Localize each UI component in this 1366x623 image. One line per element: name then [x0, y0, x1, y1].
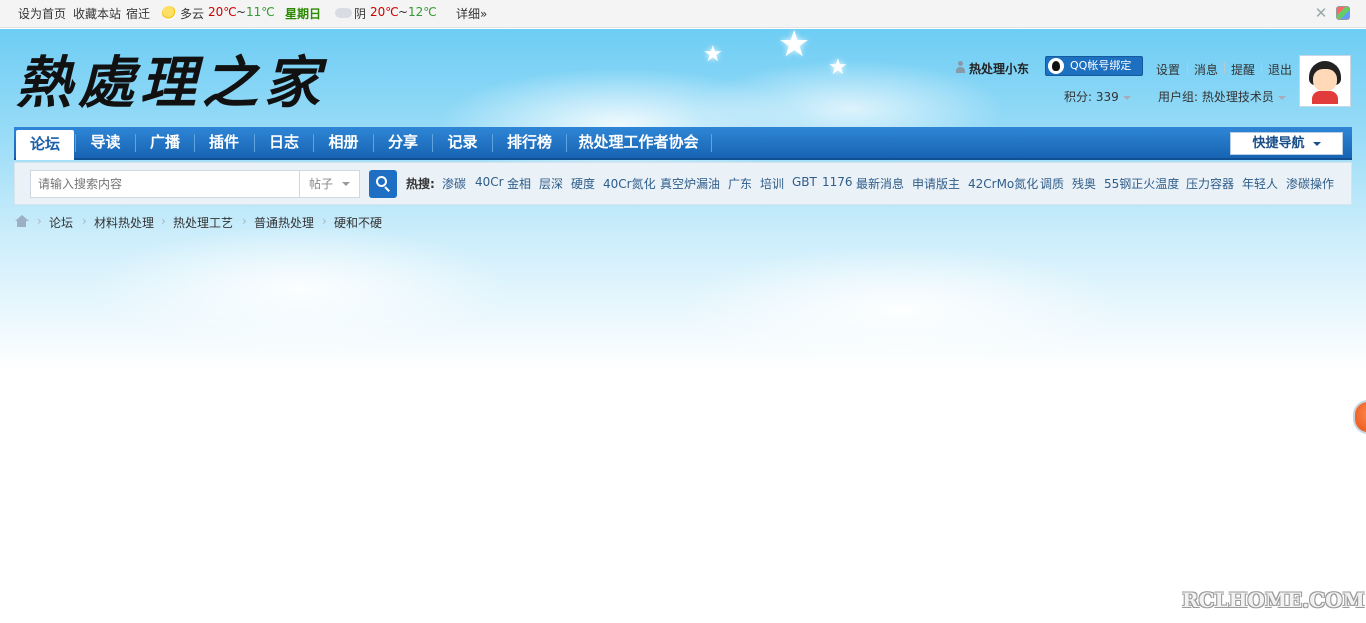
- quick-nav-label: 快捷导航: [1252, 136, 1305, 151]
- qq-bind-label: QQ帐号绑定: [1070, 59, 1132, 72]
- breadcrumb-item[interactable]: 材料热处理: [94, 214, 154, 231]
- hot-search-link[interactable]: 渗碳: [442, 175, 466, 192]
- qq-bind-button[interactable]: QQ帐号绑定: [1045, 56, 1143, 76]
- app-icon[interactable]: [1336, 6, 1350, 20]
- temp-tilde: ~: [398, 5, 409, 19]
- search-button[interactable]: [369, 170, 397, 198]
- hot-search-link[interactable]: 残奥: [1072, 175, 1096, 192]
- chevron-down-icon: [1312, 141, 1321, 146]
- nav-item-album[interactable]: 相册: [314, 127, 373, 158]
- usergroup-menu[interactable]: 用户组: 热处理技术员: [1158, 88, 1286, 105]
- avatar[interactable]: [1299, 55, 1351, 107]
- hot-search-link[interactable]: 硬度: [571, 175, 595, 192]
- quick-nav-button[interactable]: 快捷导航: [1230, 132, 1343, 155]
- weekday-label: 星期日: [285, 7, 322, 21]
- breadcrumb-item[interactable]: 论坛: [49, 214, 73, 231]
- star-decoration-icon: ★: [828, 55, 848, 80]
- bookmark-site-link[interactable]: 收藏本站: [73, 5, 121, 22]
- user-icon: [955, 61, 966, 73]
- tomorrow-weather: 阴: [354, 7, 367, 21]
- hot-search-link[interactable]: 40Cr: [475, 175, 504, 189]
- hot-search-link[interactable]: 培训: [760, 175, 784, 192]
- today-high-temp: 20℃: [208, 5, 237, 19]
- breadcrumb-separator: ›: [37, 214, 42, 228]
- search-type-value: 帖子: [309, 177, 334, 191]
- star-decoration-icon: ★: [778, 24, 811, 65]
- nav-item-forum[interactable]: 论坛: [16, 130, 74, 160]
- breadcrumb-current: 硬和不硬: [334, 216, 383, 230]
- partly-cloudy-icon: [162, 6, 176, 20]
- chevron-down-icon: [1122, 95, 1131, 100]
- points-label: 积分: 339: [1064, 90, 1119, 104]
- hot-search-link[interactable]: 年轻人: [1242, 175, 1278, 192]
- notifications-link[interactable]: 提醒: [1231, 61, 1255, 78]
- search-type-select[interactable]: 帖子: [299, 170, 360, 198]
- weather-details-link[interactable]: 详细»: [456, 5, 487, 22]
- nav-item-ranking[interactable]: 排行榜: [493, 127, 566, 158]
- settings-link[interactable]: 设置: [1156, 61, 1180, 78]
- hot-search-link[interactable]: 压力容器: [1186, 175, 1234, 192]
- messages-link[interactable]: 消息: [1194, 61, 1218, 78]
- logout-link[interactable]: 退出: [1268, 61, 1292, 78]
- hot-search-link[interactable]: 40Cr氮化: [603, 175, 656, 192]
- hot-search-link[interactable]: 申请版主: [912, 175, 960, 192]
- divider: [1261, 62, 1262, 74]
- set-homepage-link[interactable]: 设为首页: [18, 5, 66, 22]
- points-menu[interactable]: 积分: 339: [1064, 88, 1131, 105]
- home-icon[interactable]: [14, 215, 29, 228]
- hot-search-link[interactable]: 广东: [728, 175, 752, 192]
- star-decoration-icon: ★: [703, 42, 723, 67]
- breadcrumb-separator: ›: [242, 214, 247, 228]
- hot-search-link[interactable]: GBT: [792, 175, 817, 189]
- username-link[interactable]: 热处理小东: [969, 60, 1029, 77]
- hot-search-link[interactable]: 真空炉漏油: [660, 175, 720, 192]
- usergroup-label: 用户组: 热处理技术员: [1158, 90, 1274, 104]
- nav-item-guide[interactable]: 导读: [76, 127, 135, 158]
- tomorrow-low-temp: 12℃: [408, 5, 437, 19]
- nav-item-association[interactable]: 热处理工作者协会: [567, 127, 710, 158]
- nav-divider: [711, 134, 712, 152]
- weather-city: 宿迁: [126, 7, 151, 21]
- avatar-image: [1302, 58, 1348, 104]
- chevron-down-icon: [1277, 95, 1286, 100]
- breadcrumb-item[interactable]: 普通热处理: [254, 214, 314, 231]
- today-weather: 多云: [180, 7, 205, 21]
- hot-search-link[interactable]: 渗碳操作: [1286, 175, 1334, 192]
- top-utility-bar: 设为首页 收藏本站 宿迁 多云 20℃ ~ 11℃ 星期日 阴 20℃ ~ 12…: [0, 0, 1366, 28]
- breadcrumb-separator: ›: [322, 214, 327, 228]
- search-input[interactable]: [30, 170, 302, 198]
- nav-item-records[interactable]: 记录: [433, 127, 492, 158]
- hot-search-link[interactable]: 42CrMo氮化: [968, 175, 1038, 192]
- overcast-icon: [335, 8, 352, 18]
- nav-item-blog[interactable]: 日志: [255, 127, 313, 158]
- breadcrumb-separator: ›: [161, 214, 166, 228]
- hot-search-label: 热搜:: [406, 177, 435, 191]
- divider: [1224, 62, 1225, 74]
- hot-search-link[interactable]: 调质: [1040, 175, 1064, 192]
- temp-tilde: ~: [236, 5, 247, 19]
- nav-item-share[interactable]: 分享: [374, 127, 432, 158]
- floating-side-button[interactable]: [1353, 400, 1366, 434]
- main-nav: 论坛 导读 广播 插件 日志 相册 分享 记录 排行榜 热处理工作者协会 快捷导…: [14, 127, 1352, 160]
- hot-search-link[interactable]: 55钢正火温度: [1104, 175, 1179, 192]
- site-logo[interactable]: 熱處理之家: [16, 38, 326, 119]
- watermark: RCLHOME.COM: [1182, 588, 1365, 612]
- nav-item-broadcast[interactable]: 广播: [136, 127, 194, 158]
- chevron-down-icon: [342, 182, 350, 186]
- nav-item-plugins[interactable]: 插件: [195, 127, 253, 158]
- hot-search-link[interactable]: 1176: [822, 175, 853, 189]
- qq-penguin-icon: [1048, 58, 1064, 74]
- hot-search-link[interactable]: 层深: [539, 175, 563, 192]
- close-icon[interactable]: ✕: [1313, 5, 1329, 21]
- divider: [1187, 62, 1188, 74]
- breadcrumb-separator: ›: [82, 214, 87, 228]
- hot-search-link[interactable]: 金相: [507, 175, 531, 192]
- search-bar: 帖子 热搜: 渗碳 40Cr 金相 层深 硬度 40Cr氮化 真空炉漏油 广东 …: [14, 162, 1352, 205]
- hot-search-link[interactable]: 最新消息: [856, 175, 904, 192]
- tomorrow-high-temp: 20℃: [370, 5, 399, 19]
- breadcrumb-item[interactable]: 热处理工艺: [173, 214, 233, 231]
- today-low-temp: 11℃: [246, 5, 275, 19]
